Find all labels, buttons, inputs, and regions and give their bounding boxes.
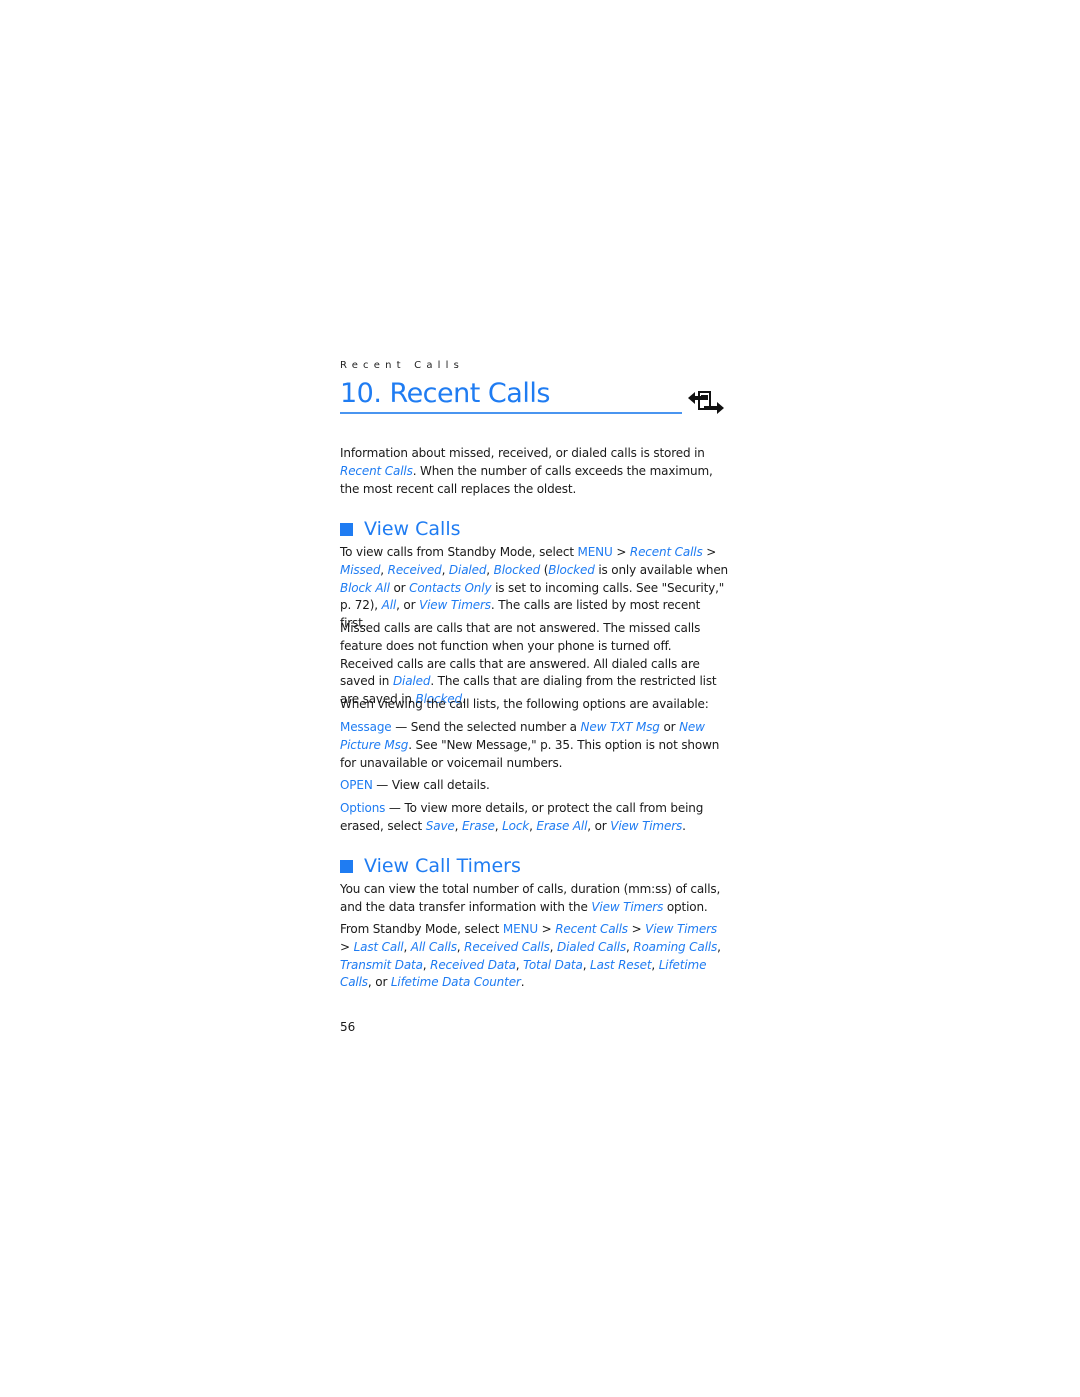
- text: ,: [486, 562, 494, 577]
- menu-ref: Received Data: [430, 957, 516, 972]
- menu-key-label: MENU: [577, 545, 613, 559]
- recent-calls-arrows-icon: [688, 391, 724, 414]
- menu-ref: View Timers: [610, 818, 683, 833]
- option-label: Message: [340, 720, 392, 734]
- text: ,: [549, 939, 557, 954]
- text: From Standby Mode, select: [340, 922, 503, 936]
- section-bullet-square-icon: [340, 859, 353, 873]
- menu-ref: All Calls: [410, 939, 457, 954]
- view-call-timers-paragraph-1: You can view the total number of calls, …: [340, 881, 728, 917]
- menu-ref: Block All: [340, 580, 390, 595]
- menu-ref: Blocked: [493, 562, 541, 577]
- text: >: [537, 922, 556, 936]
- menu-ref: Blocked: [548, 562, 595, 577]
- running-head: Recent Calls: [340, 360, 465, 371]
- view-calls-paragraph-3: When viewing the call lists, the followi…: [340, 696, 728, 714]
- text: or: [375, 975, 391, 990]
- section-heading-view-calls: View Calls: [340, 518, 461, 540]
- menu-ref: Received Calls: [464, 939, 550, 954]
- text: — Send the selected number a: [391, 720, 581, 734]
- page-number: 56: [340, 1020, 356, 1034]
- menu-ref: Erase All: [536, 818, 588, 833]
- text: option.: [663, 899, 708, 914]
- menu-ref: Save: [425, 818, 455, 833]
- text: is only available when: [594, 562, 729, 577]
- menu-ref: Recent Calls: [555, 922, 628, 936]
- section-bullet-square-icon: [340, 522, 353, 536]
- text: >: [340, 939, 354, 954]
- text: — View call details.: [372, 778, 490, 792]
- text: ,: [717, 939, 721, 954]
- option-message: Message — Send the selected number a New…: [340, 719, 728, 772]
- chapter-title: 10. Recent Calls: [340, 378, 550, 409]
- text: , or: [396, 598, 420, 613]
- menu-ref: Last Reset: [590, 957, 652, 972]
- menu-ref: Missed: [340, 562, 381, 577]
- text: ,: [494, 818, 503, 833]
- option-options: Options — To view more details, or prote…: [340, 800, 728, 836]
- menu-ref: Lock: [502, 818, 530, 833]
- menu-ref: Dialed: [448, 562, 487, 577]
- menu-ref: View Timers: [645, 922, 717, 936]
- menu-ref: All: [381, 598, 397, 613]
- menu-ref-recent-calls: Recent Calls: [340, 463, 413, 478]
- menu-ref: Received: [387, 562, 442, 577]
- chapter-header: 10. Recent Calls: [340, 378, 728, 418]
- text: To view calls from Standby Mode, select: [340, 545, 578, 559]
- chapter-title-rule: [340, 412, 682, 414]
- text: ,: [441, 562, 449, 577]
- option-label: Options: [340, 801, 386, 815]
- text: ,: [454, 818, 462, 833]
- menu-ref: Erase: [461, 818, 495, 833]
- menu-ref: Transmit Data: [340, 957, 423, 972]
- text: or: [659, 720, 680, 734]
- text: , or: [587, 818, 611, 833]
- menu-ref: Total Data: [523, 957, 583, 972]
- menu-key-label: MENU: [502, 922, 538, 936]
- text: When viewing the call lists, the followi…: [340, 697, 709, 711]
- menu-ref: View Timers: [591, 899, 664, 914]
- text: Information about missed, received, or d…: [340, 446, 705, 460]
- text: >: [702, 545, 717, 559]
- intro-paragraph: Information about missed, received, or d…: [340, 445, 728, 498]
- menu-ref: New TXT Msg: [580, 720, 660, 734]
- text: >: [612, 545, 630, 559]
- text: .: [520, 975, 525, 990]
- option-open: OPEN — View call details.: [340, 777, 728, 795]
- text: ,: [403, 939, 411, 954]
- text: or: [389, 580, 410, 595]
- section-heading-text: View Calls: [364, 518, 461, 540]
- menu-ref: Contacts Only: [409, 580, 492, 595]
- menu-ref: Dialed: [392, 674, 431, 689]
- text: >: [627, 922, 646, 936]
- view-call-timers-paragraph-2: From Standby Mode, select MENU > Recent …: [340, 921, 728, 992]
- menu-ref: View Timers: [419, 598, 491, 613]
- section-heading-text: View Call Timers: [364, 855, 521, 877]
- menu-ref: Lifetime Data Counter: [390, 975, 521, 990]
- menu-ref: Recent Calls: [629, 545, 703, 559]
- text: .: [682, 818, 686, 833]
- option-label: OPEN: [340, 778, 373, 792]
- section-heading-view-call-timers: View Call Timers: [340, 855, 521, 877]
- menu-ref: Roaming Calls: [633, 939, 718, 954]
- menu-ref: Last Call: [353, 939, 404, 954]
- text: ,: [582, 957, 591, 972]
- text: ,: [651, 957, 659, 972]
- text: ,: [380, 562, 388, 577]
- menu-ref: Dialed Calls: [557, 939, 626, 954]
